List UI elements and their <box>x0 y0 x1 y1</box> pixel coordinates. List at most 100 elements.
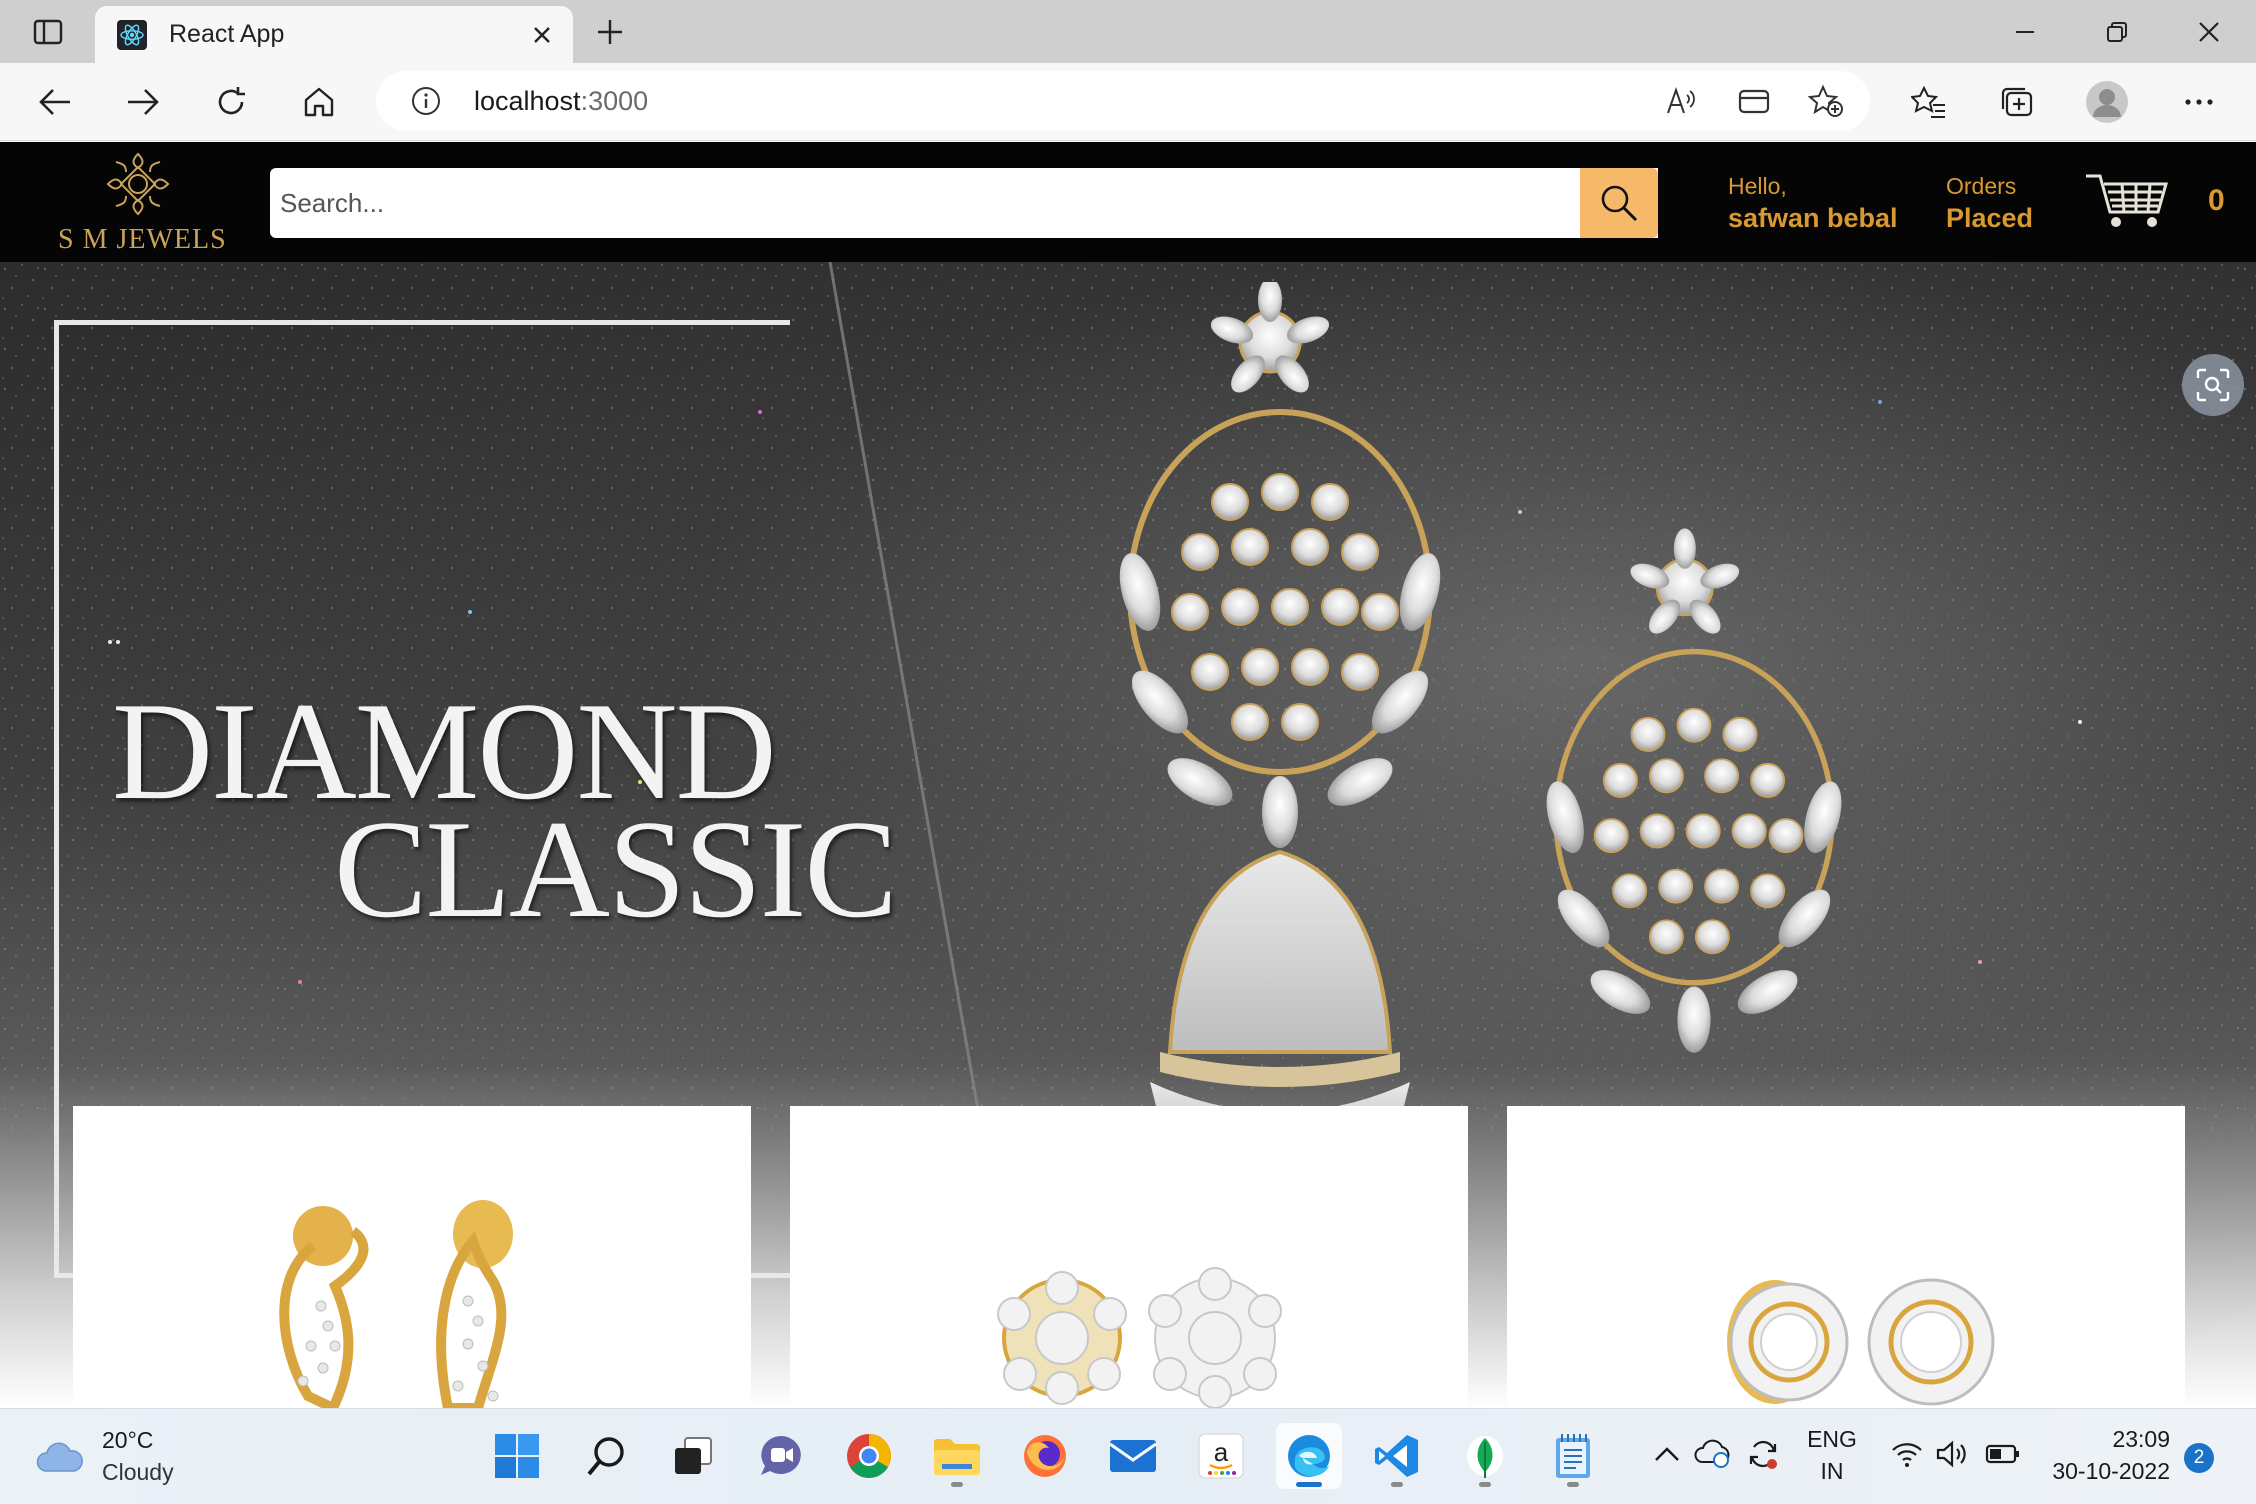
running-indicator <box>1479 1482 1491 1487</box>
network-button[interactable] <box>1886 1433 1928 1475</box>
settings-more-button[interactable] <box>2176 79 2222 125</box>
running-indicator <box>1567 1482 1579 1487</box>
collections-icon <box>2001 87 2033 117</box>
orders-label: Orders <box>1946 173 2017 199</box>
mail-button[interactable] <box>1100 1423 1166 1489</box>
new-tab-button[interactable] <box>590 12 630 52</box>
tab-actions-icon <box>33 19 63 45</box>
info-icon[interactable] <box>410 85 442 117</box>
url-port: :3000 <box>580 86 649 116</box>
mongodb-leaf-icon <box>1467 1436 1503 1478</box>
system-clock[interactable]: 23:09 30-10-2022 <box>2040 1423 2170 1489</box>
mongodb-compass-button[interactable] <box>1452 1423 1518 1489</box>
cart-count: 0 <box>2208 184 2225 217</box>
refresh-icon <box>218 87 245 115</box>
input-language-indicator[interactable]: ENG IN <box>1800 1423 1864 1489</box>
product-card[interactable] <box>790 1106 1468 1408</box>
shopping-cart-icon <box>2086 174 2168 227</box>
refresh-button[interactable] <box>208 79 254 125</box>
sync-icon <box>1749 1440 1777 1469</box>
wallet-button[interactable] <box>1734 81 1774 121</box>
avatar-icon <box>2086 81 2128 123</box>
product-card[interactable] <box>1507 1106 2185 1408</box>
chrome-button[interactable] <box>836 1423 902 1489</box>
clock-date: 30-10-2022 <box>2052 1458 2170 1484</box>
speaker-icon <box>1936 1440 1966 1468</box>
svg-text:a: a <box>1214 1437 1229 1467</box>
gold-drop-earrings-image <box>279 1200 513 1408</box>
notepad-icon <box>1556 1434 1590 1478</box>
search-box <box>270 168 1658 238</box>
back-button[interactable] <box>32 79 78 125</box>
battery-button[interactable] <box>1982 1433 2024 1475</box>
round-halo-stud-earrings-image <box>1727 1278 1995 1406</box>
onedrive-sync-icon <box>1694 1439 1730 1468</box>
show-hidden-icons-button[interactable] <box>1646 1433 1688 1475</box>
browser-tab-active[interactable]: React App <box>95 6 573 63</box>
orders-link[interactable]: Orders Placed <box>1946 172 2066 238</box>
add-favorite-button[interactable] <box>1806 81 1846 121</box>
collections-button[interactable] <box>1994 79 2040 125</box>
close-icon <box>534 27 550 43</box>
windows-taskbar: 20°C Cloudy a ENG IN 23:09 30-10-2022 2 <box>0 1408 2256 1504</box>
favorites-button[interactable] <box>1906 79 1952 125</box>
restore-icon <box>2107 22 2127 42</box>
taskbar-search-button[interactable] <box>574 1423 640 1489</box>
weather-widget[interactable]: 20°C Cloudy <box>34 1423 214 1493</box>
notepad-button[interactable] <box>1540 1423 1606 1489</box>
search-icon <box>1601 185 1638 222</box>
search-icon <box>587 1437 624 1476</box>
tab-close-button[interactable] <box>525 18 559 52</box>
edge-icon <box>1288 1435 1330 1477</box>
clock-time: 23:09 <box>2112 1426 2170 1452</box>
search-button[interactable] <box>1580 168 1658 238</box>
profile-button[interactable] <box>2084 79 2130 125</box>
amazon-button[interactable]: a <box>1188 1423 1254 1489</box>
hero-title-line2: CLASSIC <box>334 792 898 947</box>
task-view-button[interactable] <box>660 1423 726 1489</box>
react-logo-icon <box>117 20 147 50</box>
search-input[interactable] <box>270 168 1580 238</box>
wallet-icon <box>1738 89 1770 114</box>
close-icon <box>2199 22 2219 42</box>
read-aloud-button[interactable] <box>1662 81 1702 121</box>
restore-button[interactable] <box>2094 12 2140 52</box>
url-text[interactable]: localhost:3000 <box>474 85 648 117</box>
edge-button[interactable] <box>1276 1423 1342 1489</box>
teams-chat-button[interactable] <box>748 1423 814 1489</box>
running-indicator <box>951 1482 963 1487</box>
minimize-button[interactable] <box>2002 12 2048 52</box>
chevron-up-icon <box>1655 1447 1679 1461</box>
cart-link[interactable]: 0 <box>2082 164 2232 240</box>
site-header: S M JEWELS Hello, safwan bebal Orders Pl… <box>0 142 2256 262</box>
weather-temperature: 20°C <box>102 1427 154 1453</box>
notification-count-badge[interactable]: 2 <box>2184 1443 2214 1473</box>
task-view-icon <box>675 1437 712 1474</box>
wifi-icon <box>1892 1443 1922 1467</box>
battery-icon <box>1985 1444 2019 1464</box>
brand-emblem-icon <box>106 152 170 216</box>
address-bar[interactable]: localhost:3000 <box>376 71 1870 131</box>
tab-actions-button[interactable] <box>28 14 68 50</box>
weather-condition: Cloudy <box>102 1459 174 1485</box>
file-explorer-button[interactable] <box>924 1423 990 1489</box>
vscode-button[interactable] <box>1364 1423 1430 1489</box>
firefox-button[interactable] <box>1012 1423 1078 1489</box>
brand-name: S M JEWELS <box>58 224 227 255</box>
visual-search-button[interactable] <box>2182 354 2244 416</box>
orders-sublabel: Placed <box>1946 203 2034 233</box>
active-indicator <box>1296 1482 1322 1487</box>
start-button[interactable] <box>484 1423 550 1489</box>
onedrive-tray-button[interactable] <box>1692 1433 1734 1475</box>
product-card[interactable] <box>73 1106 751 1408</box>
home-button[interactable] <box>296 79 342 125</box>
close-window-button[interactable] <box>2186 12 2232 52</box>
account-link[interactable]: Hello, safwan bebal <box>1728 172 1918 238</box>
sync-tray-button[interactable] <box>1742 1433 1784 1475</box>
account-greeting: Hello, <box>1728 173 1787 199</box>
amazon-icon: a <box>1198 1433 1244 1479</box>
forward-button[interactable] <box>120 79 166 125</box>
volume-button[interactable] <box>1932 1433 1974 1475</box>
brand-logo[interactable]: S M JEWELS <box>58 148 227 256</box>
page-viewport: S M JEWELS Hello, safwan bebal Orders Pl… <box>0 142 2256 1408</box>
